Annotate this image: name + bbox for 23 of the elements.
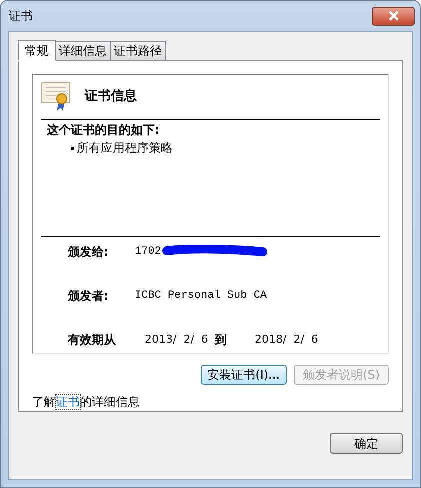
purpose-title: 这个证书的目的如下: <box>47 122 161 139</box>
valid-to-label: 到 <box>215 332 228 349</box>
close-button[interactable] <box>372 6 415 26</box>
dialog-button[interactable]: 安装证书(I)... <box>200 365 288 385</box>
issued-to-label: 颁发给: <box>68 244 110 261</box>
close-icon <box>388 11 400 21</box>
tab[interactable]: 常规 <box>18 40 56 61</box>
issued-by-value: ICBC Personal Sub CA <box>135 288 268 304</box>
tab[interactable]: 详细信息 <box>55 41 111 60</box>
issued-by-label: 颁发者: <box>68 288 110 305</box>
valid-from-label: 有效期从 <box>68 332 117 349</box>
bullet-icon <box>71 146 74 150</box>
window-title: 证书 <box>9 8 33 25</box>
issued-to-value: 1702 <box>135 244 162 260</box>
ok-button[interactable]: 确定 <box>330 433 403 454</box>
certificate-icon <box>41 82 73 112</box>
purpose-item: 所有应用程序策略 <box>77 140 173 157</box>
certificate-heading: 证书信息 <box>85 88 137 106</box>
valid-to-date: 2018/ 2/ 6 <box>255 332 318 348</box>
certificate-link[interactable]: 证书 <box>56 395 80 409</box>
tab[interactable]: 证书路径 <box>110 41 166 60</box>
info-text: 了解证书的详细信息 <box>32 394 141 411</box>
valid-from-date: 2013/ 2/ 6 <box>145 332 210 348</box>
